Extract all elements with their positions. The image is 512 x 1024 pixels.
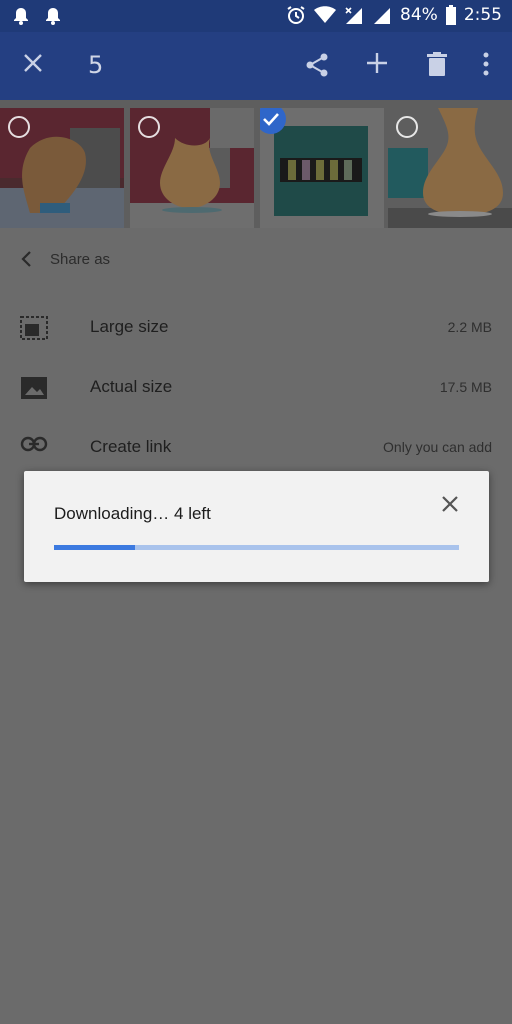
alarm-icon xyxy=(12,6,30,26)
option-size: 17.5 MB xyxy=(439,379,492,395)
back-chevron-icon[interactable] xyxy=(20,250,32,268)
add-icon[interactable] xyxy=(366,52,388,74)
download-progress-fill xyxy=(54,545,135,550)
share-header: Share as xyxy=(20,250,110,268)
battery-icon xyxy=(445,5,456,25)
select-ring[interactable] xyxy=(138,116,160,138)
share-title: Share as xyxy=(50,250,111,268)
cell-signal-icon xyxy=(372,6,392,24)
wifi-icon xyxy=(314,6,337,24)
oils-box-photo[interactable] xyxy=(260,108,384,228)
selected-count: 5 xyxy=(88,51,104,79)
option-label: Create link xyxy=(90,437,172,456)
option-actual-size[interactable]: Actual size 17.5 MB xyxy=(0,363,512,415)
cell-signal-icon xyxy=(344,6,364,24)
option-size: 2.2 MB xyxy=(447,319,492,335)
option-create-link[interactable]: Create link Only you can add xyxy=(0,423,512,475)
option-label: Actual size xyxy=(90,377,173,396)
download-dialog: Downloading… 4 left xyxy=(24,471,489,582)
thumbnail-strip xyxy=(0,100,512,228)
clock-time: 2:55 xyxy=(463,5,502,25)
resize-image-icon xyxy=(20,316,48,340)
diffuser-photo[interactable] xyxy=(130,108,254,228)
share-sheet: Share as Large size 2.2 MB Actual size 1… xyxy=(0,228,512,1024)
status-right: 84% 2:55 xyxy=(286,5,502,25)
close-icon[interactable] xyxy=(441,495,459,513)
alarm-clock-icon xyxy=(286,5,306,25)
select-ring[interactable] xyxy=(8,116,30,138)
download-message: Downloading… 4 left xyxy=(54,504,211,523)
battery-percent: 84% xyxy=(400,5,438,25)
share-icon[interactable] xyxy=(304,52,330,78)
download-progress-bar xyxy=(54,545,459,550)
more-vert-icon[interactable] xyxy=(482,52,490,76)
status-bar: 84% 2:55 xyxy=(0,0,512,32)
selection-toolbar: 5 xyxy=(0,32,512,100)
close-icon[interactable] xyxy=(22,52,44,74)
delete-icon[interactable] xyxy=(427,52,447,76)
option-label: Large size xyxy=(90,317,169,336)
select-ring[interactable] xyxy=(396,116,418,138)
option-note: Only you can add xyxy=(383,439,492,455)
status-left xyxy=(12,6,62,26)
alarm-icon xyxy=(44,6,62,26)
diffuser-closeup-photo[interactable] xyxy=(388,108,512,228)
vase-photo[interactable] xyxy=(0,108,124,228)
option-large-size[interactable]: Large size 2.2 MB xyxy=(0,303,512,355)
image-icon xyxy=(20,376,48,400)
link-icon xyxy=(20,436,48,452)
